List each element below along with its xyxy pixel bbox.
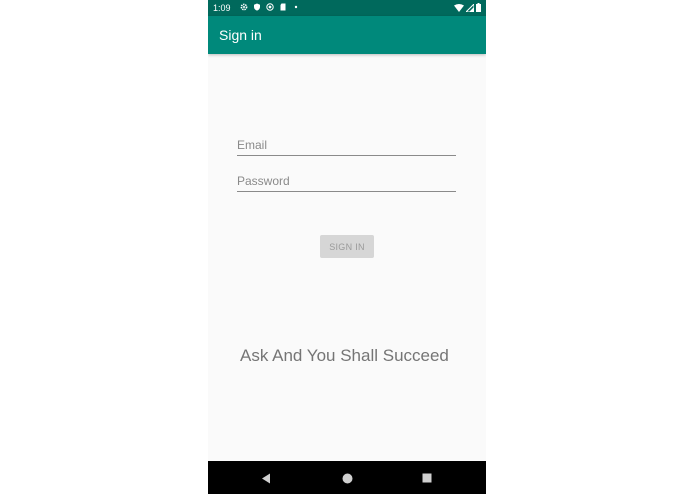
wifi-icon bbox=[454, 3, 464, 14]
back-icon[interactable] bbox=[259, 471, 273, 485]
tagline-text: Ask And You Shall Succeed bbox=[240, 346, 449, 365]
settings-icon bbox=[240, 3, 248, 14]
sync-icon bbox=[266, 3, 274, 14]
app-bar: Sign in bbox=[208, 16, 486, 54]
notification-dot-icon bbox=[292, 3, 300, 14]
phone-screen: 1:09 Sign in Email SIGN IN Ask And You S… bbox=[208, 0, 486, 494]
sign-in-button[interactable]: SIGN IN bbox=[320, 235, 374, 258]
status-system-icons bbox=[454, 2, 481, 14]
navigation-bar bbox=[208, 461, 486, 494]
sd-card-icon bbox=[279, 3, 287, 14]
page-title: Sign in bbox=[219, 27, 262, 43]
battery-icon bbox=[476, 3, 481, 14]
recents-icon[interactable] bbox=[420, 471, 434, 485]
email-field[interactable] bbox=[237, 135, 456, 156]
status-time: 1:09 bbox=[213, 3, 231, 13]
home-icon[interactable] bbox=[340, 471, 354, 485]
status-bar: 1:09 bbox=[208, 0, 486, 16]
signal-icon bbox=[464, 2, 475, 14]
shield-icon bbox=[253, 3, 261, 14]
status-notification-icons bbox=[240, 3, 300, 14]
password-field[interactable] bbox=[237, 171, 456, 192]
